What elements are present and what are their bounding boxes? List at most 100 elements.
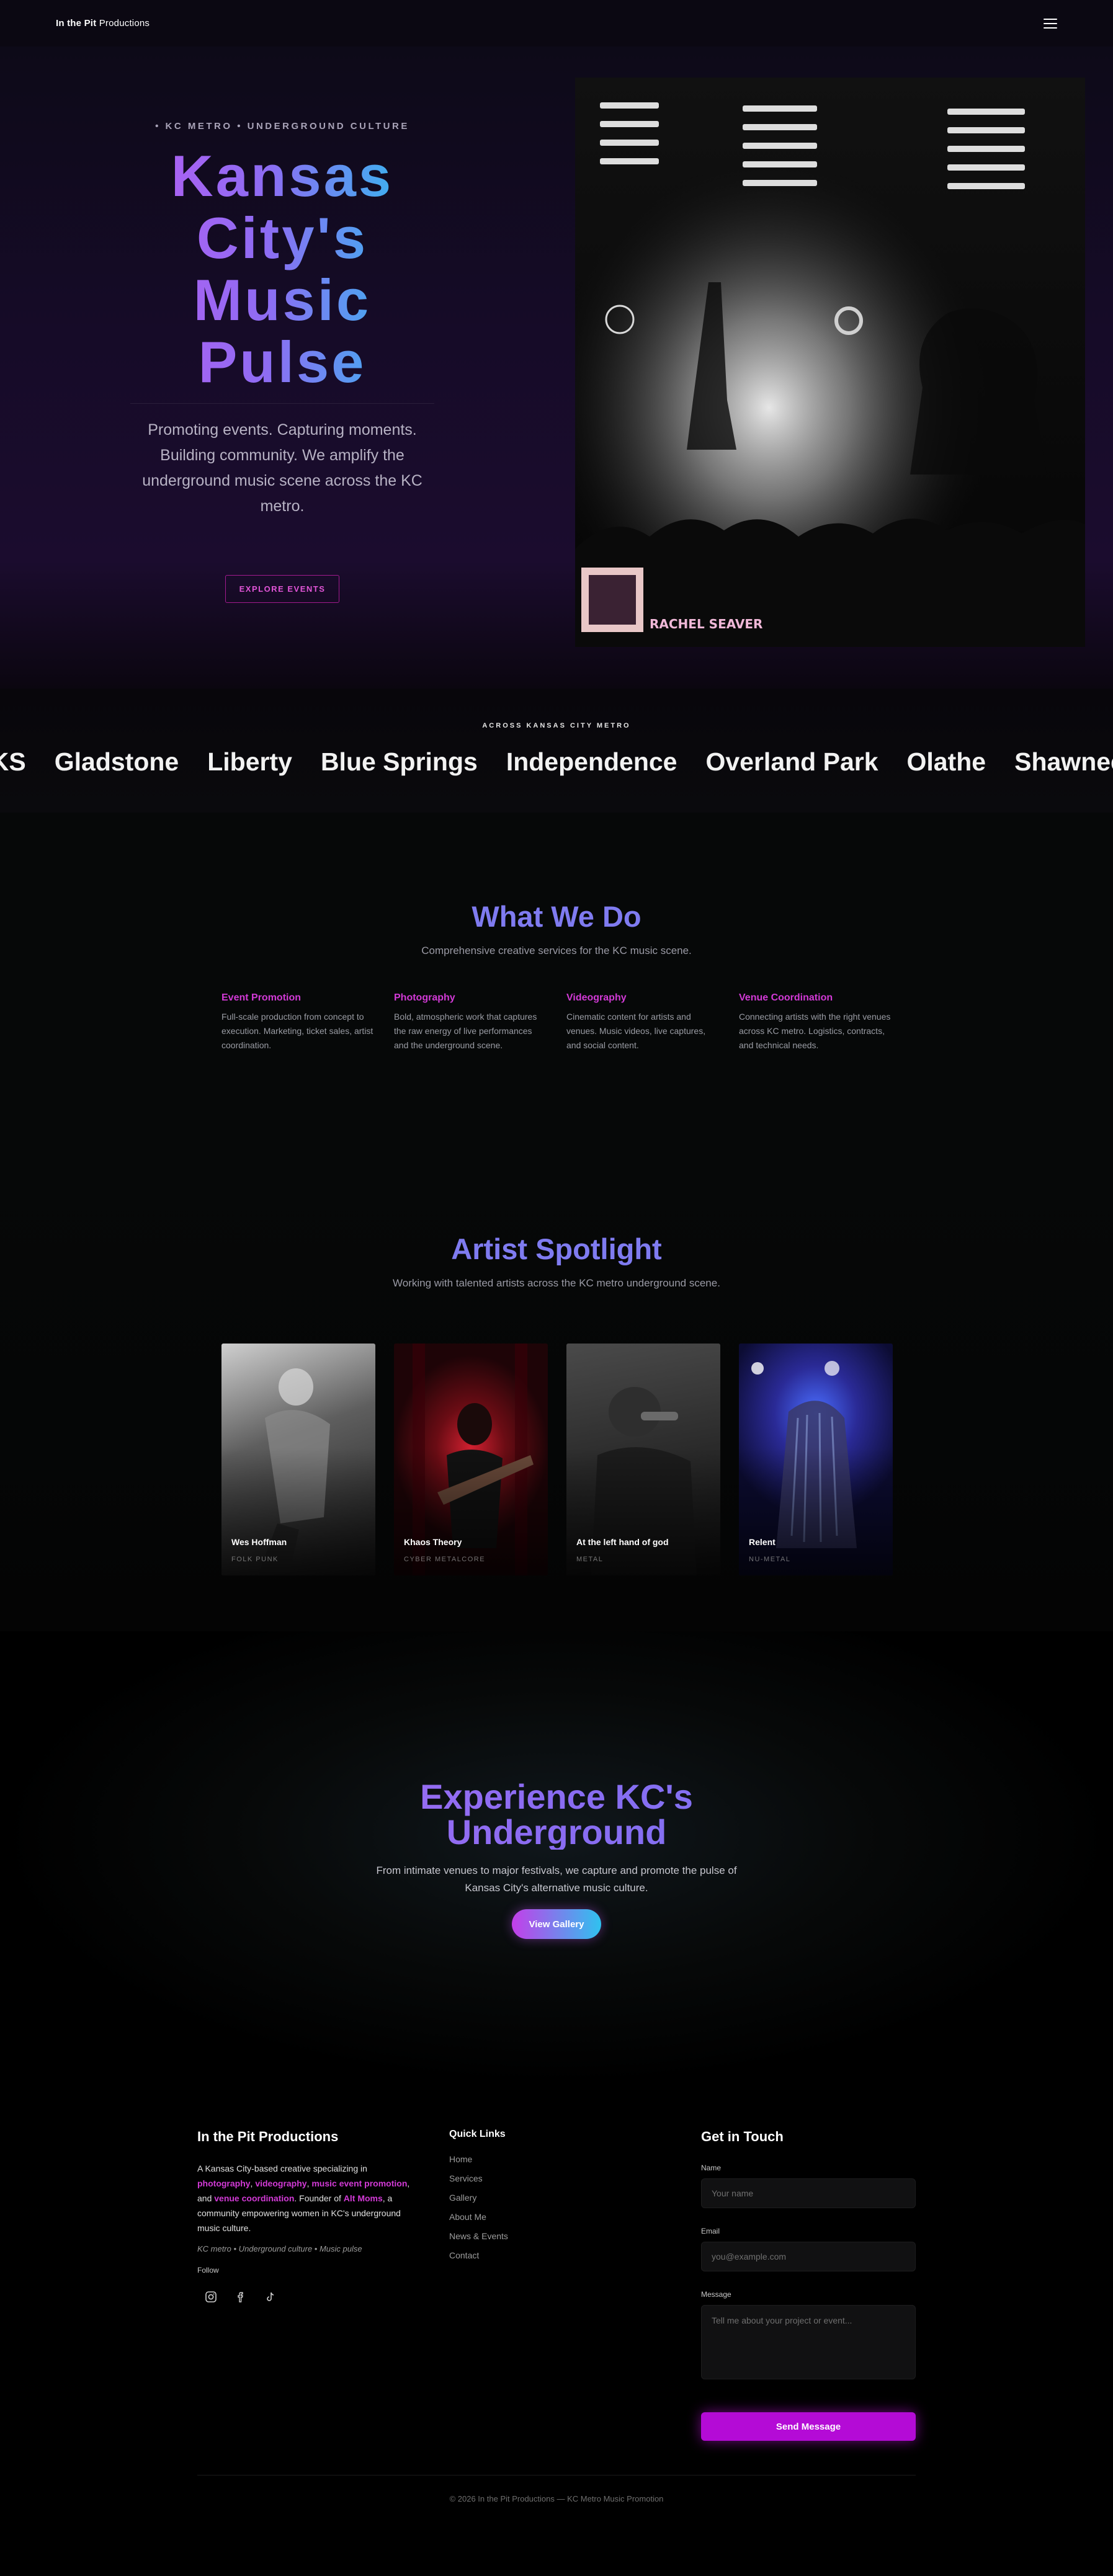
services-section: What We Do Comprehensive creative servic…: [0, 813, 1113, 1135]
quick-link-news[interactable]: News & Events: [449, 2227, 508, 2246]
hero-title-line: Kansas: [171, 143, 394, 208]
hero-divider: [130, 403, 434, 404]
send-message-button[interactable]: Send Message: [701, 2412, 916, 2441]
hero-subtitle: Promoting events. Capturing moments. Bui…: [142, 421, 422, 515]
about-highlight: videography: [255, 2178, 307, 2188]
city-item: , KS: [0, 747, 26, 776]
artist-genre: NU-METAL: [749, 1556, 791, 1563]
footer-about-text: A Kansas City-based creative specializin…: [197, 2164, 410, 2233]
photo-credit: RACHEL SEAVER: [650, 617, 762, 631]
copyright: © 2026 In the Pit Productions — KC Metro…: [449, 2494, 664, 2503]
explore-events-button[interactable]: EXPLORE EVENTS: [225, 575, 340, 603]
service-item: Photography Bold, atmospheric work that …: [394, 992, 547, 1053]
instagram-icon[interactable]: [205, 2291, 217, 2303]
hero-title-line: City's: [196, 205, 369, 270]
artist-card[interactable]: Khaos Theory CYBER METALCORE: [394, 1344, 548, 1575]
follow-label: Follow: [197, 2266, 219, 2275]
about-highlight: music event promotion: [311, 2178, 408, 2188]
artist-card[interactable]: Relent NU-METAL: [739, 1344, 893, 1575]
artists-title: Artist Spotlight: [451, 1232, 662, 1265]
quick-link-home[interactable]: Home: [449, 2150, 508, 2169]
experience-title-line: Underground: [446, 1812, 667, 1852]
services-grid: Event Promotion Full-scale production fr…: [221, 992, 892, 1053]
cities-ticker-section: ACROSS KANSAS CITY METRO , KS Gladstone …: [0, 689, 1113, 813]
footer-tagline: KC metro • Underground culture • Music p…: [197, 2244, 362, 2253]
experience-title: Experience KC's Underground: [0, 1779, 1113, 1850]
artist-name: Khaos Theory: [404, 1537, 462, 1547]
artist-genre: METAL: [576, 1556, 604, 1563]
artist-grid: Wes Hoffman FOLK PUNK Khaos Theory CYBER…: [221, 1344, 893, 1575]
service-text: Cinematic content for artists and venues…: [566, 1012, 706, 1050]
facebook-icon[interactable]: [235, 2291, 247, 2303]
experience-section: Experience KC's Underground From intimat…: [0, 1631, 1113, 2084]
brand-name-light: Productions: [96, 18, 150, 29]
name-field[interactable]: [701, 2178, 916, 2208]
services-title: What We Do: [472, 900, 641, 933]
city-item: Independence: [506, 747, 677, 776]
experience-subtitle: From intimate venues to major festivals,…: [376, 1865, 737, 1894]
email-label: Email: [701, 2227, 720, 2235]
alt-moms-link[interactable]: Alt Moms: [344, 2193, 383, 2203]
quick-links-title: Quick Links: [449, 2129, 506, 2139]
services-subtitle: Comprehensive creative services for the …: [421, 945, 692, 956]
email-field[interactable]: [701, 2242, 916, 2271]
hero-section: • KC METRO • UNDERGROUND CULTURE Kansas …: [0, 47, 1113, 689]
service-item: Event Promotion Full-scale production fr…: [221, 992, 374, 1053]
artists-subtitle: Working with talented artists across the…: [393, 1277, 720, 1289]
footer-quick-links: Quick Links Home Services Gallery About …: [449, 2129, 508, 2265]
hero-content: • KC METRO • UNDERGROUND CULTURE Kansas …: [130, 121, 434, 603]
artist-name: Wes Hoffman: [231, 1537, 287, 1547]
experience-title-line: Experience KC's: [420, 1777, 693, 1816]
footer: In the Pit Productions A Kansas City-bas…: [0, 2084, 1113, 2576]
artist-name: At the left hand of god: [576, 1537, 669, 1547]
service-title: Videography: [566, 992, 627, 1003]
contact-form: Get in Touch Name Email Message Send Mes…: [701, 2129, 916, 2441]
hero-title-line: Pulse: [198, 329, 367, 394]
quick-link-about[interactable]: About Me: [449, 2208, 508, 2227]
top-nav: In the Pit Productions: [0, 0, 1113, 47]
menu-icon[interactable]: [1044, 18, 1057, 29]
hero-concert-photo: RACHEL SEAVER: [575, 78, 1085, 647]
brand-name-bold: In the Pit: [56, 18, 97, 29]
service-title: Venue Coordination: [739, 992, 833, 1003]
view-gallery-button[interactable]: View Gallery: [512, 1909, 601, 1939]
artist-card[interactable]: At the left hand of god METAL: [566, 1344, 720, 1575]
service-title: Event Promotion: [221, 992, 302, 1003]
artist-genre: FOLK PUNK: [231, 1556, 279, 1563]
message-label: Message: [701, 2290, 731, 2299]
service-item: Videography Cinematic content for artist…: [566, 992, 719, 1053]
tiktok-icon[interactable]: [264, 2291, 277, 2303]
footer-divider: [197, 2475, 916, 2476]
quick-link-gallery[interactable]: Gallery: [449, 2188, 508, 2208]
hero-eyebrow: • KC METRO • UNDERGROUND CULTURE: [155, 121, 409, 131]
city-item: Shawnee: [1014, 747, 1113, 776]
artist-card[interactable]: Wes Hoffman FOLK PUNK: [221, 1344, 375, 1575]
contact-title: Get in Touch: [701, 2129, 784, 2144]
service-text: Connecting artists with the right venues…: [739, 1012, 891, 1050]
service-text: Bold, atmospheric work that captures the…: [394, 1012, 537, 1050]
cities-ticker: , KS Gladstone Liberty Blue Springs Inde…: [0, 747, 1113, 777]
about-highlight: venue coordination: [214, 2193, 295, 2203]
message-field[interactable]: [701, 2305, 916, 2379]
artist-caption: Khaos Theory CYBER METALCORE: [404, 1537, 485, 1563]
artist-caption: Relent NU-METAL: [749, 1537, 790, 1563]
quick-link-services[interactable]: Services: [449, 2169, 508, 2188]
footer-brand: In the Pit Productions: [197, 2129, 339, 2144]
service-title: Photography: [394, 992, 455, 1003]
artist-caption: At the left hand of god METAL: [576, 1537, 669, 1563]
cities-label: ACROSS KANSAS CITY METRO: [482, 722, 631, 729]
hero-title-line: Music: [193, 267, 372, 332]
city-item: Overland Park: [705, 747, 878, 776]
city-item: Blue Springs: [320, 747, 478, 776]
service-item: Venue Coordination Connecting artists wi…: [739, 992, 892, 1053]
hero-title: Kansas City's Music Pulse: [130, 145, 434, 393]
service-text: Full-scale production from concept to ex…: [221, 1012, 373, 1050]
footer-about: In the Pit Productions A Kansas City-bas…: [197, 2129, 421, 2303]
artist-name: Relent: [749, 1537, 776, 1547]
artist-caption: Wes Hoffman FOLK PUNK: [231, 1537, 287, 1563]
social-links: [205, 2291, 421, 2303]
quick-links-list: Home Services Gallery About Me News & Ev…: [449, 2150, 508, 2265]
about-highlight: photography: [197, 2178, 251, 2188]
brand-logo[interactable]: In the Pit Productions: [56, 18, 150, 29]
quick-link-contact[interactable]: Contact: [449, 2246, 508, 2265]
